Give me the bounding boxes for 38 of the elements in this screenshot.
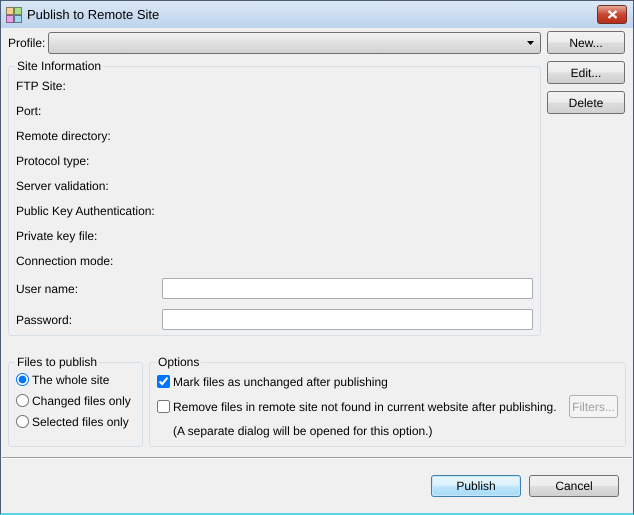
checkbox-label: Mark files as unchanged after publishing <box>173 374 389 388</box>
dialog-button[interactable]: Cancel <box>529 475 619 497</box>
field-label: Protocol type: <box>16 154 90 168</box>
caret-icon <box>527 40 534 44</box>
radio-label: Selected files only <box>32 414 129 428</box>
profile-button[interactable]: Delete <box>547 91 625 114</box>
dialog-button[interactable]: Publish <box>431 475 521 497</box>
field-label: Remote directory: <box>16 128 111 142</box>
profile-dropdown[interactable] <box>48 32 541 54</box>
radio-button[interactable] <box>16 394 29 407</box>
profile-button[interactable]: Edit... <box>547 61 625 84</box>
group-title: Options <box>157 355 200 369</box>
radio-button[interactable] <box>16 373 29 386</box>
profile-label: Profile: <box>8 36 46 50</box>
field-label: Connection mode: <box>16 254 114 268</box>
profile-button[interactable]: New... <box>547 31 625 54</box>
input-field[interactable] <box>162 278 533 299</box>
field-label: Public Key Authentication: <box>16 204 155 218</box>
field-label: Private key file: <box>16 228 98 242</box>
radio-button[interactable] <box>16 415 29 428</box>
field-label: FTP Site: <box>16 78 66 92</box>
app-icon <box>6 6 22 22</box>
close-icon <box>606 10 618 19</box>
window-title: Publish to Remote Site <box>27 7 160 22</box>
field-label: User name: <box>16 282 80 296</box>
input-field[interactable] <box>162 309 533 330</box>
close-button[interactable] <box>597 5 627 24</box>
field-label: Password: <box>16 312 74 326</box>
field-label: Server validation: <box>16 178 109 192</box>
checkbox[interactable] <box>157 400 170 413</box>
group-title: Site Information <box>16 59 102 73</box>
checkbox[interactable] <box>157 375 170 388</box>
option-note: (A separate dialog will be opened for this option.) <box>173 424 432 438</box>
group-title: Files to publish <box>16 355 98 369</box>
radio-label: Changed files only <box>32 394 131 408</box>
radio-label: The whole site <box>32 372 110 386</box>
field-label: Port: <box>16 104 42 118</box>
checkbox-label: Remove files in remote site not found in current website after publishing. <box>173 400 558 414</box>
